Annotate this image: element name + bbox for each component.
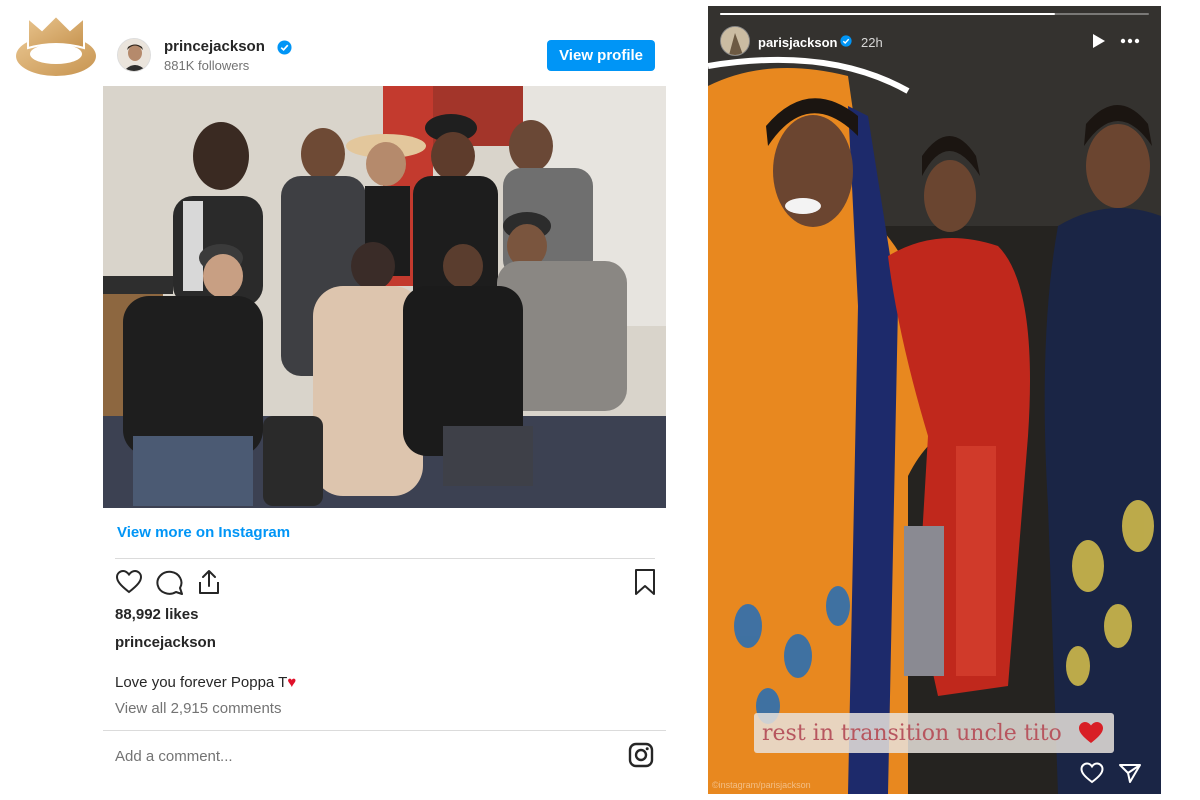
story-photo — [708, 6, 1161, 794]
comment-icon[interactable] — [156, 568, 184, 596]
red-heart-icon — [1079, 722, 1103, 743]
heart-emoji: ♥ — [287, 674, 297, 691]
view-more-link[interactable]: View more on Instagram — [117, 524, 290, 541]
send-icon[interactable] — [1118, 762, 1142, 784]
likes-count[interactable]: 88,992 likes — [115, 606, 198, 623]
story-progress-bar — [720, 13, 1149, 15]
story-header: parisjackson 22h — [720, 26, 1149, 60]
instagram-icon[interactable] — [628, 742, 654, 768]
play-icon[interactable] — [1091, 32, 1107, 50]
username[interactable]: princejackson — [164, 38, 265, 55]
share-icon[interactable] — [195, 568, 223, 596]
story-avatar[interactable] — [720, 26, 750, 56]
divider — [103, 730, 666, 731]
story-username[interactable]: parisjackson — [758, 35, 838, 50]
page: princejackson 881K followers View profil… — [0, 0, 1200, 800]
story-caption: rest in transition uncle tito — [754, 713, 1114, 753]
story-time: 22h — [861, 35, 883, 50]
caption: Love you forever Poppa T♥ — [115, 674, 296, 691]
more-icon[interactable] — [1119, 32, 1141, 50]
instagram-embed: princejackson 881K followers View profil… — [103, 24, 666, 794]
heart-icon[interactable] — [1080, 762, 1104, 784]
view-comments-link[interactable]: View all 2,915 comments — [115, 700, 281, 717]
story-progress-fill — [720, 13, 1055, 15]
followers-count: 881K followers — [164, 58, 250, 73]
verified-badge-icon — [840, 35, 852, 47]
add-comment-input[interactable]: Add a comment... — [115, 748, 233, 765]
divider — [115, 558, 655, 559]
story-caption-text: rest in transition uncle tito — [762, 721, 1062, 746]
embed-header: princejackson 881K followers View profil… — [117, 38, 657, 74]
avatar[interactable] — [117, 38, 151, 72]
heart-icon[interactable] — [115, 568, 143, 596]
post-actions — [115, 568, 655, 598]
caption-text: Love you forever Poppa T — [115, 674, 288, 691]
site-logo[interactable] — [14, 12, 98, 78]
story-footer-text: ©instagram/parisjackson — [712, 780, 811, 790]
bookmark-icon[interactable] — [631, 568, 659, 596]
caption-username[interactable]: princejackson — [115, 634, 216, 651]
instagram-story[interactable]: parisjackson 22h rest in transition uncl… — [708, 6, 1161, 794]
verified-badge-icon — [277, 40, 292, 55]
post-photo[interactable] — [103, 86, 666, 508]
view-profile-button[interactable]: View profile — [547, 40, 655, 71]
